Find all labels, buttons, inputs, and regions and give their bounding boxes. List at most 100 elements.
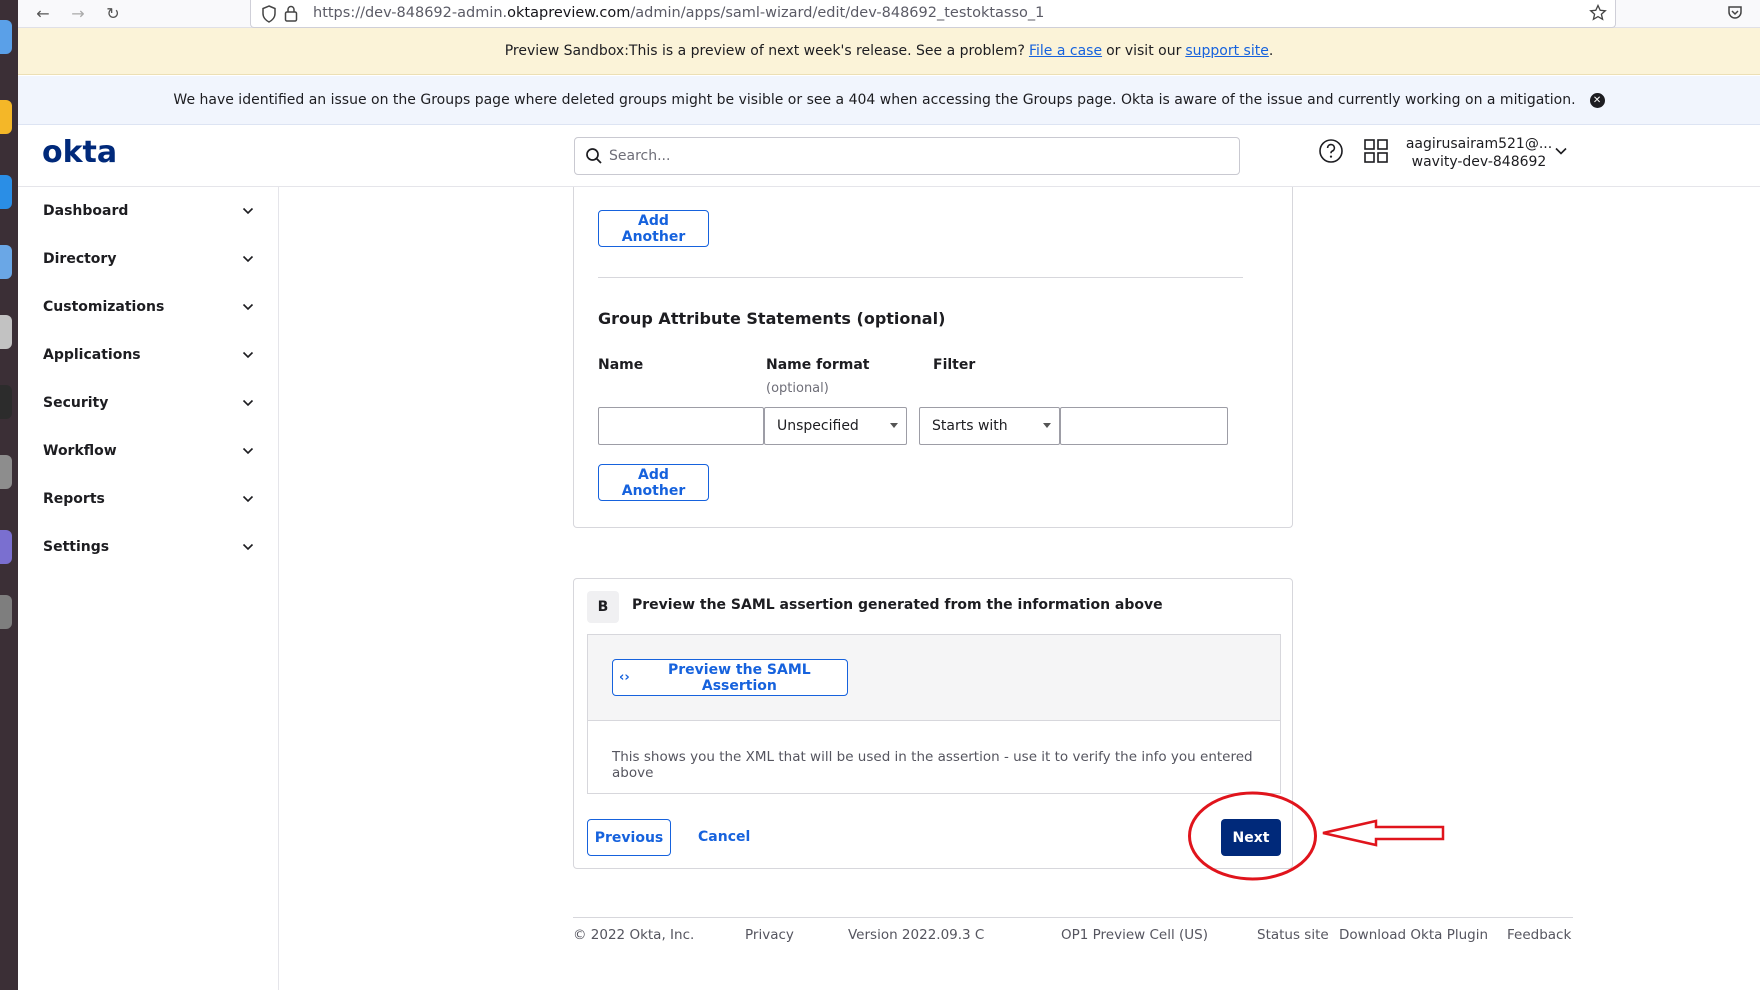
add-another-attribute-button[interactable]: Add Another [598, 210, 709, 247]
step-badge: B [587, 591, 619, 623]
user-menu[interactable]: aagirusairam521@... wavity-dev-848692 [1404, 135, 1554, 171]
dock-app-icon[interactable] [0, 100, 12, 134]
filter-type-select[interactable]: Starts with [919, 407, 1060, 445]
support-site-link[interactable]: support site [1185, 43, 1269, 59]
sidebar-item-workflow[interactable]: Workflow [18, 427, 279, 475]
footer-version: Version 2022.09.3 C [848, 927, 985, 943]
sandbox-mid-text: or visit our [1106, 43, 1182, 59]
dock-app-icon[interactable] [0, 530, 12, 564]
sidebar-item-label: Reports [43, 491, 105, 507]
search-box [574, 137, 1240, 175]
pocket-icon[interactable] [1727, 5, 1743, 21]
sidebar-item-customizations[interactable]: Customizations [18, 283, 279, 331]
help-icon[interactable] [1318, 138, 1344, 164]
back-icon[interactable]: ← [32, 3, 54, 25]
name-format-value: Unspecified [777, 418, 859, 434]
cancel-button[interactable]: Cancel [698, 819, 750, 856]
browser-toolbar: ← → ↻ https://dev-848692-admin.oktaprevi… [18, 0, 1760, 28]
sidebar-item-label: Security [43, 395, 109, 411]
sidebar-nav: Dashboard Directory Customizations Appli… [18, 187, 279, 990]
add-another-group-attribute-button[interactable]: Add Another [598, 464, 709, 501]
preview-sandbox-banner: Preview Sandbox:This is a preview of nex… [18, 28, 1760, 75]
url-bar[interactable]: https://dev-848692-admin.oktapreview.com… [250, 0, 1616, 28]
sidebar-item-label: Directory [43, 251, 117, 267]
footer-status-link[interactable]: Status site [1257, 927, 1329, 943]
sidebar-item-label: Workflow [43, 443, 117, 459]
attribute-statements-card: Add Another Group Attribute Statements (… [573, 187, 1293, 528]
chevron-down-icon [242, 351, 254, 359]
user-org: wavity-dev-848692 [1411, 154, 1547, 170]
url-text: https://dev-848692-admin.oktapreview.com… [313, 5, 1045, 21]
chevron-down-icon[interactable] [1553, 143, 1569, 159]
preview-saml-assertion-button[interactable]: ‹› Preview the SAML Assertion [612, 659, 848, 696]
footer-cell: OP1 Preview Cell (US) [1061, 927, 1208, 943]
lock-icon [284, 5, 298, 22]
filter-type-value: Starts with [932, 418, 1008, 434]
sidebar-item-security[interactable]: Security [18, 379, 279, 427]
dock-app-icon[interactable] [0, 315, 12, 349]
file-a-case-link[interactable]: File a case [1029, 43, 1102, 59]
preview-description: This shows you the XML that will be used… [612, 749, 1253, 781]
sandbox-end-text: . [1268, 43, 1274, 59]
preview-area: ‹› Preview the SAML Assertion This shows… [587, 634, 1281, 794]
filter-value-input[interactable] [1060, 407, 1228, 445]
sidebar-item-label: Dashboard [43, 203, 129, 219]
section-b-title: Preview the SAML assertion generated fro… [632, 597, 1163, 613]
footer-privacy-link[interactable]: Privacy [745, 927, 794, 943]
close-icon[interactable]: ✕ [1589, 92, 1605, 108]
code-icon: ‹› [619, 670, 630, 685]
footer-copyright: © 2022 Okta, Inc. [573, 927, 695, 943]
forward-icon[interactable]: → [67, 3, 89, 25]
chevron-down-icon [242, 495, 254, 503]
os-dock [0, 0, 18, 990]
dock-app-icon[interactable] [0, 595, 12, 629]
issue-text: We have identified an issue on the Group… [173, 92, 1576, 108]
previous-button[interactable]: Previous [587, 819, 671, 856]
apps-grid-icon[interactable] [1363, 138, 1389, 164]
group-attribute-title: Group Attribute Statements (optional) [598, 309, 946, 328]
dock-app-icon[interactable] [0, 20, 12, 54]
chevron-down-icon [242, 543, 254, 551]
footer-plugin-link[interactable]: Download Okta Plugin [1339, 927, 1488, 943]
sidebar-item-label: Settings [43, 539, 110, 555]
preview-button-label: Preview the SAML Assertion [668, 661, 811, 694]
chevron-down-icon [242, 399, 254, 407]
dock-app-icon[interactable] [0, 245, 12, 279]
sidebar-item-settings[interactable]: Settings [18, 523, 279, 571]
sidebar-item-reports[interactable]: Reports [18, 475, 279, 523]
caret-down-icon [1043, 423, 1051, 428]
name-format-select[interactable]: Unspecified [764, 407, 907, 445]
sidebar-item-applications[interactable]: Applications [18, 331, 279, 379]
dock-app-icon[interactable] [0, 175, 12, 209]
sidebar-item-directory[interactable]: Directory [18, 235, 279, 283]
preview-toolbar: ‹› Preview the SAML Assertion [588, 635, 1280, 721]
bookmark-star-icon[interactable] [1589, 4, 1607, 22]
sidebar-item-dashboard[interactable]: Dashboard [18, 187, 279, 235]
reload-icon[interactable]: ↻ [102, 3, 124, 25]
red-circle-annotation [1188, 791, 1317, 881]
shield-icon [262, 5, 276, 23]
chevron-down-icon [242, 447, 254, 455]
chevron-down-icon [242, 303, 254, 311]
name-format-optional-note: (optional) [766, 381, 829, 396]
footer-feedback-link[interactable]: Feedback [1507, 927, 1571, 943]
chevron-down-icon [242, 207, 254, 215]
column-name-header: Name [598, 357, 644, 373]
group-name-input[interactable] [598, 407, 764, 445]
dock-app-icon[interactable] [0, 385, 12, 419]
sandbox-text: Preview Sandbox:This is a preview of nex… [504, 43, 1025, 59]
okta-logo[interactable]: okta [42, 135, 117, 170]
saml-preview-card: B Preview the SAML assertion generated f… [573, 578, 1293, 869]
dock-app-icon[interactable] [0, 455, 12, 489]
sidebar-item-label: Applications [43, 347, 141, 363]
user-email: aagirusairam521@... [1405, 136, 1553, 152]
footer-divider [573, 917, 1573, 918]
chevron-down-icon [242, 255, 254, 263]
caret-down-icon [890, 423, 898, 428]
app-header: okta aagirusairam521@... wavity-dev-8486… [18, 125, 1760, 187]
issue-banner: We have identified an issue on the Group… [18, 76, 1760, 125]
column-filter-header: Filter [933, 357, 976, 373]
search-icon [586, 148, 602, 164]
sidebar-item-label: Customizations [43, 299, 165, 315]
search-input[interactable] [607, 138, 1227, 174]
